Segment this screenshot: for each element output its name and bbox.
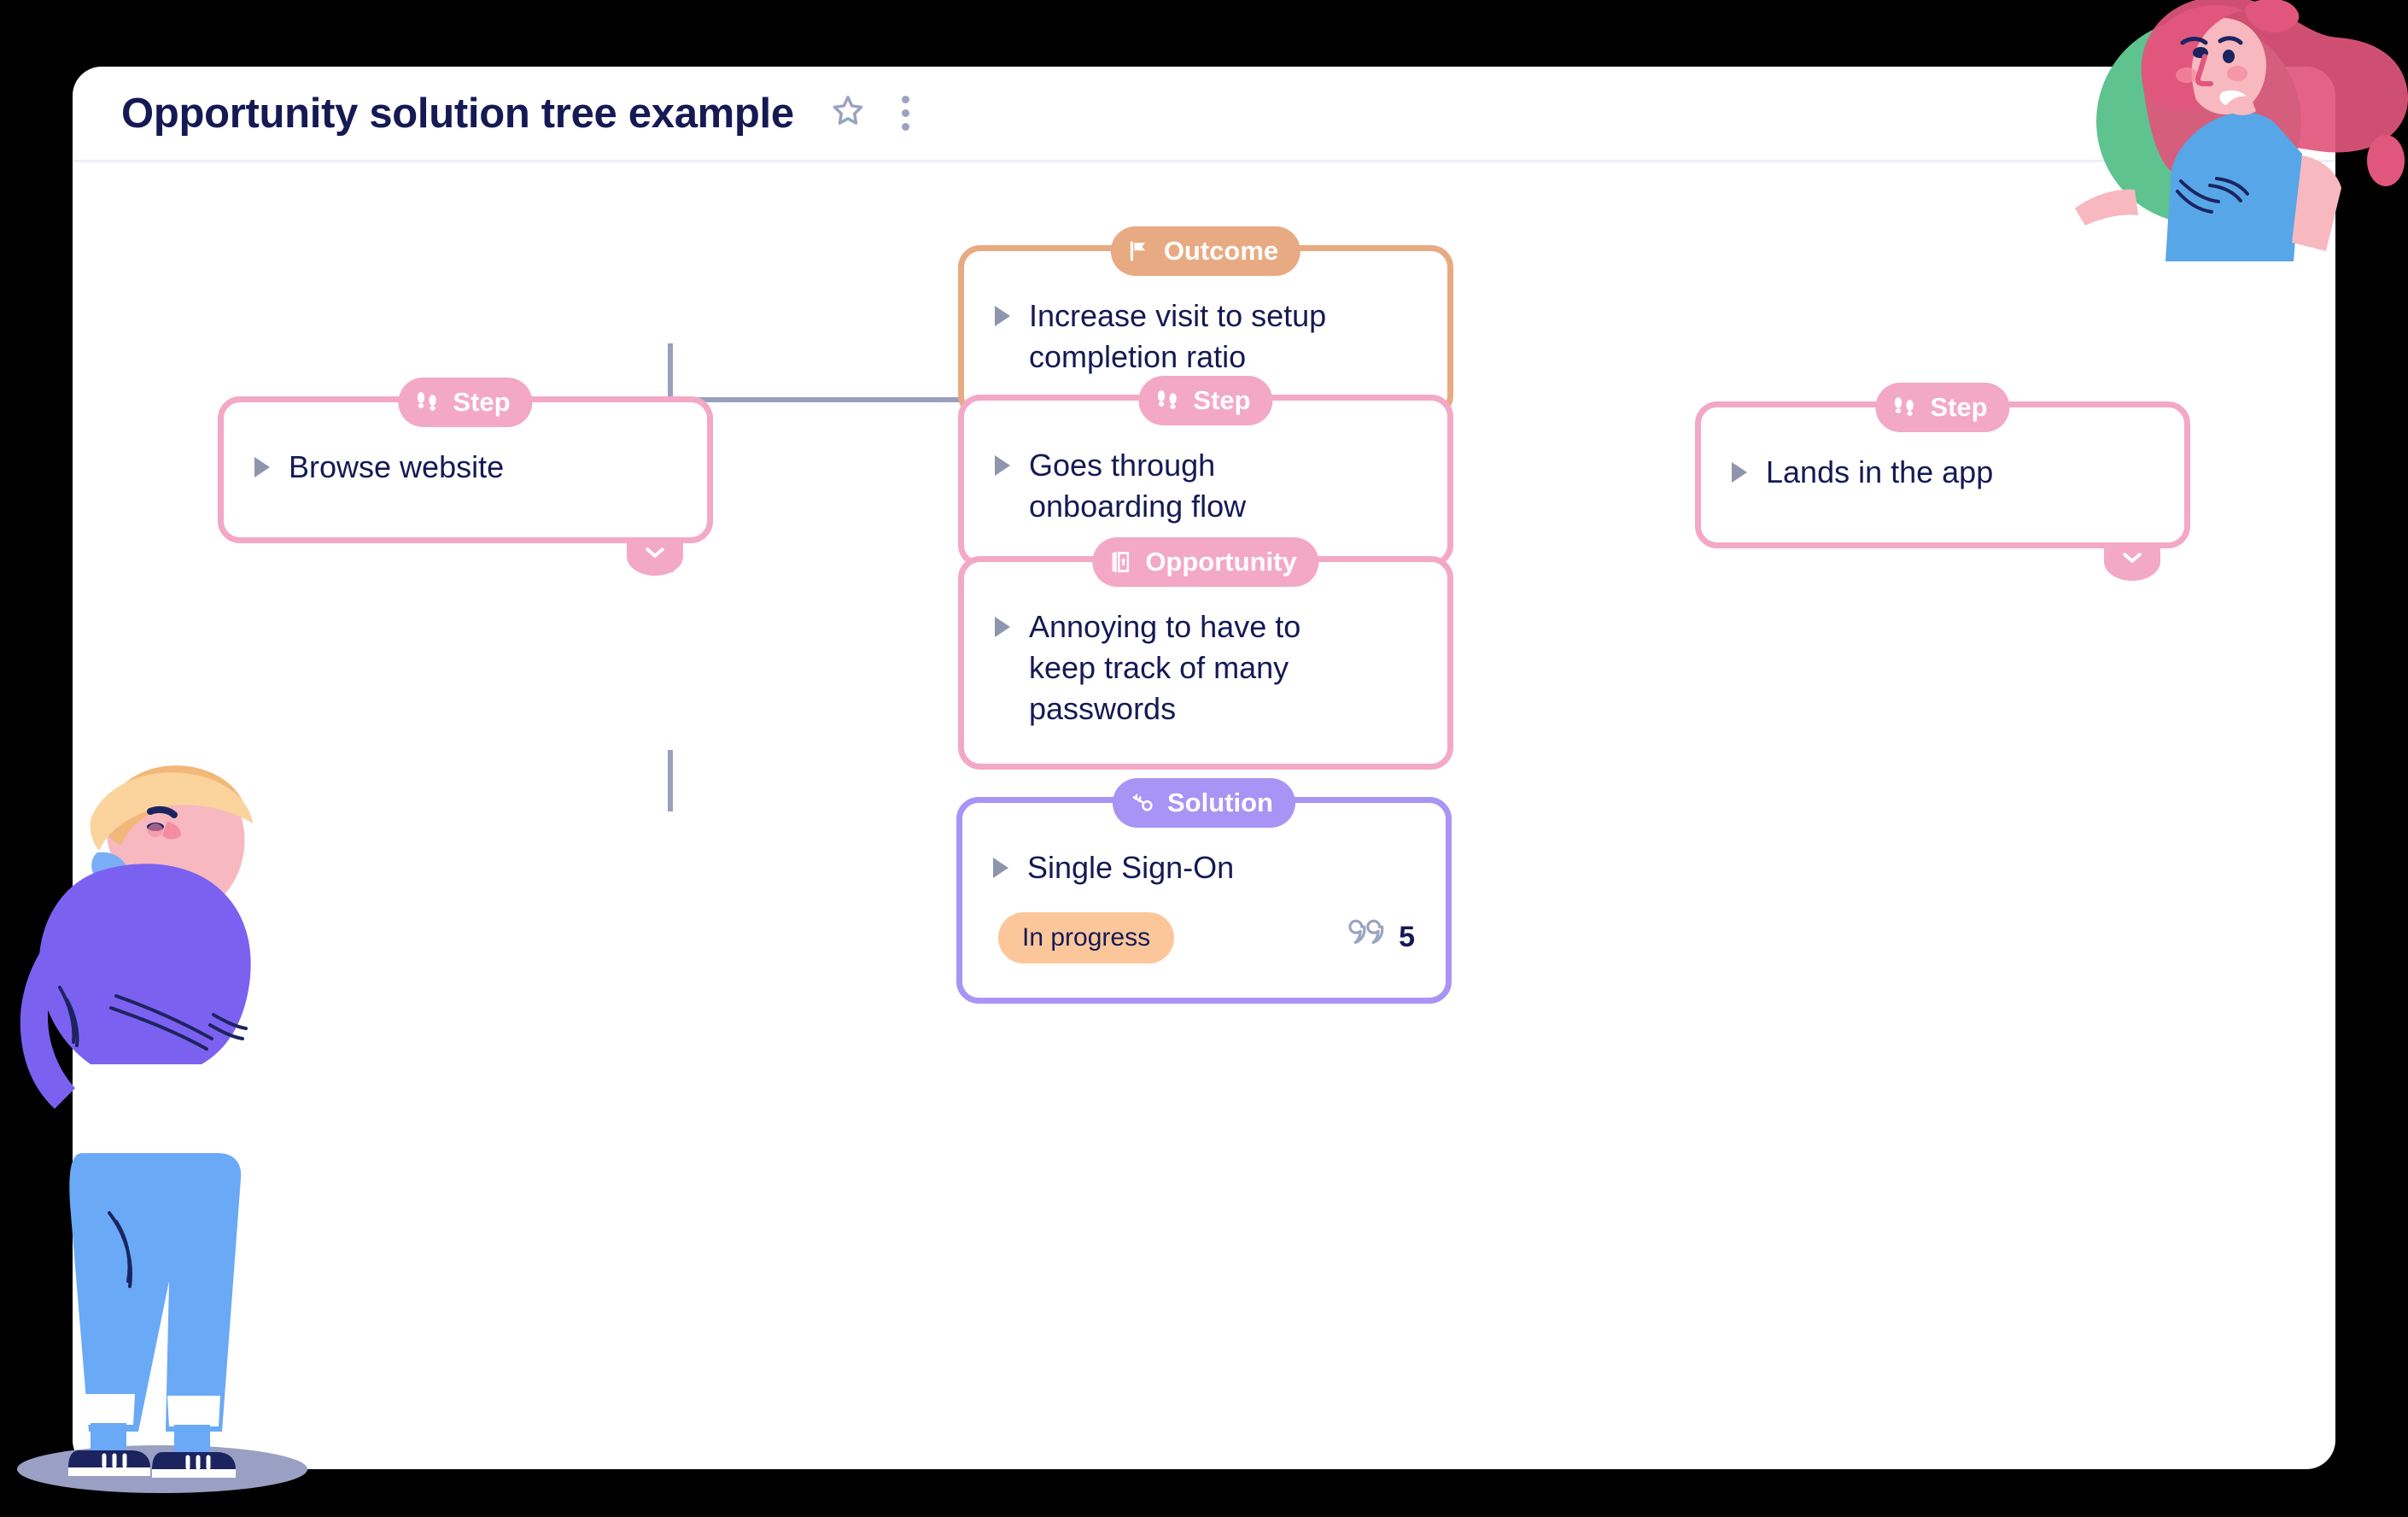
expand-children-button-step-3[interactable] <box>2104 542 2160 581</box>
node-badge-label: Opportunity <box>1145 547 1297 577</box>
document-titlebar: Opportunity solution tree example <box>73 67 2335 162</box>
node-solution[interactable]: Solution Single Sign-On In progress 5 <box>956 778 1452 1004</box>
star-icon <box>829 92 867 134</box>
node-badge-step-1: Step <box>398 378 533 427</box>
expand-caret-icon[interactable] <box>995 617 1010 637</box>
footprints-icon <box>1891 395 1918 420</box>
solution-footer: In progress 5 <box>962 904 1446 998</box>
footprints-icon <box>413 390 441 415</box>
node-badge-label: Step <box>1930 392 1988 422</box>
node-badge-solution: Solution <box>1113 778 1295 828</box>
tree-canvas[interactable]: Outcome Increase visit to setup completi… <box>73 162 2335 1467</box>
node-text: Single Sign-On <box>1027 850 1235 885</box>
kebab-menu-icon <box>902 96 910 131</box>
expand-caret-icon[interactable] <box>995 455 1010 476</box>
favorite-button[interactable] <box>823 89 873 138</box>
chevron-down-icon <box>642 544 668 565</box>
key-icon <box>1128 790 1155 816</box>
more-options-button[interactable] <box>881 89 931 138</box>
node-text: Increase visit to setup completion ratio <box>1029 298 1327 374</box>
node-text: Annoying to have to keep track of many p… <box>1029 609 1301 726</box>
node-badge-step-2: Step <box>1138 376 1273 425</box>
node-step-1[interactable]: Step Browse website <box>218 378 713 576</box>
node-opportunity[interactable]: Opportunity Annoying to have to keep tra… <box>958 537 1453 770</box>
node-body: Annoying to have to keep track of many p… <box>964 562 1447 764</box>
expand-caret-icon[interactable] <box>993 858 1008 878</box>
expand-children-button-step-1[interactable] <box>627 536 683 576</box>
node-badge-outcome: Outcome <box>1110 226 1301 276</box>
title-actions <box>823 89 931 138</box>
node-step-3[interactable]: Step Lands in the app <box>1695 383 2190 581</box>
node-badge-label: Outcome <box>1163 236 1279 266</box>
screenshot-root: Opportunity solution tree example Outcom… <box>0 0 2408 1517</box>
footprints-icon <box>1154 388 1181 413</box>
quote-icon <box>1346 919 1387 956</box>
status-badge[interactable]: In progress <box>998 911 1175 964</box>
node-text: Goes through onboarding flow <box>1029 448 1247 524</box>
door-icon <box>1108 549 1133 575</box>
node-text: Lands in the app <box>1766 454 1994 489</box>
comment-count: 5 <box>1399 921 1415 954</box>
node-badge-label: Solution <box>1167 788 1273 817</box>
comment-count-group[interactable]: 5 <box>1346 919 1415 956</box>
expand-caret-icon[interactable] <box>254 457 270 477</box>
page-title: Opportunity solution tree example <box>121 90 794 137</box>
node-badge-label: Step <box>453 387 511 417</box>
node-badge-label: Step <box>1193 385 1251 415</box>
node-badge-opportunity: Opportunity <box>1092 537 1319 587</box>
expand-caret-icon[interactable] <box>995 306 1010 326</box>
expand-caret-icon[interactable] <box>1732 462 1747 483</box>
app-window: Opportunity solution tree example Outcom… <box>73 67 2335 1469</box>
node-badge-step-3: Step <box>1875 383 2010 432</box>
node-text: Browse website <box>289 449 505 484</box>
chevron-down-icon <box>2119 549 2145 571</box>
flag-icon <box>1126 238 1152 264</box>
